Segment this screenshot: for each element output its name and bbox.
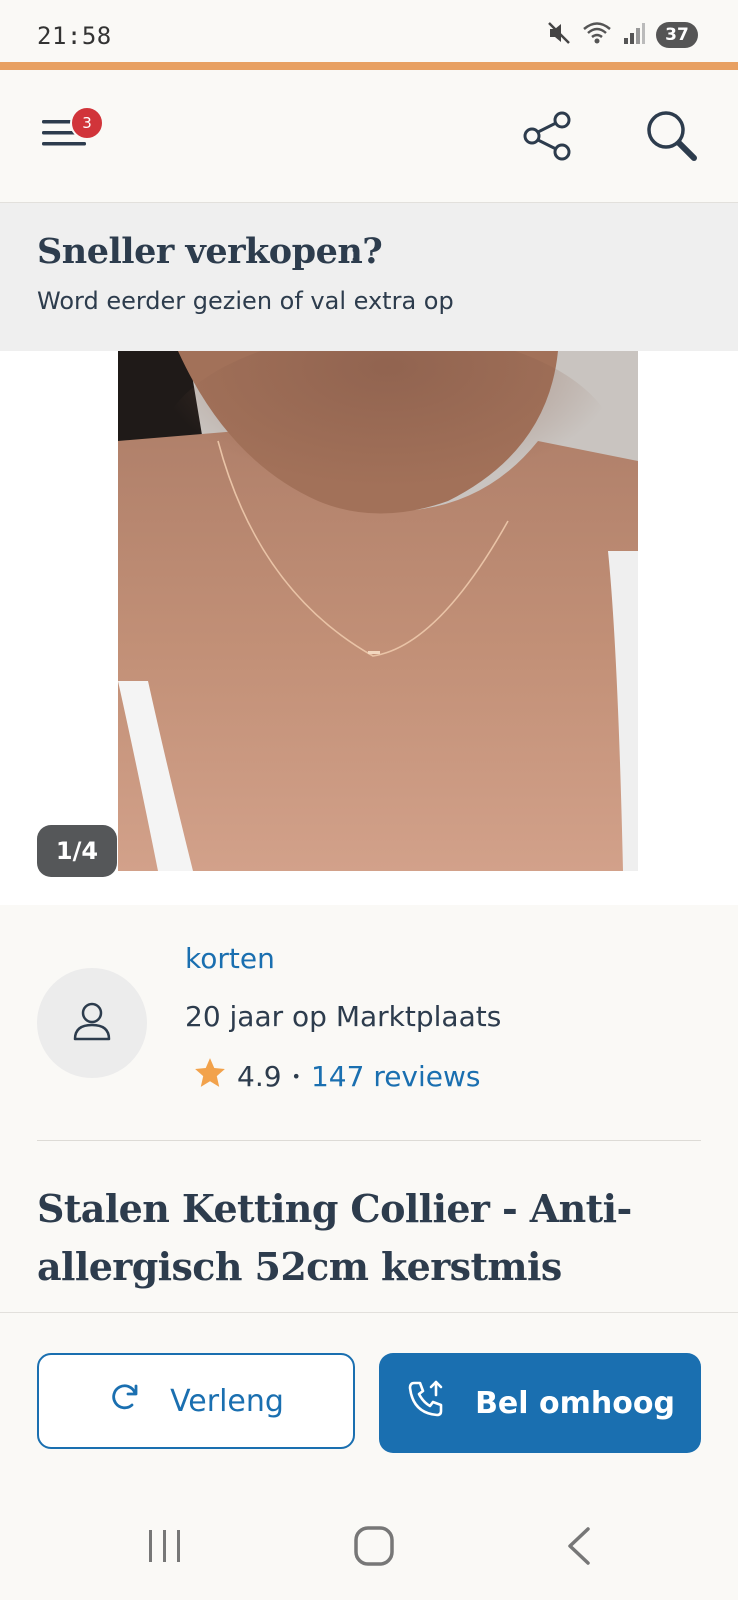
accent-line <box>0 62 738 70</box>
status-time: 21:58 <box>37 22 112 50</box>
share-button[interactable] <box>520 108 576 164</box>
rating-separator: • <box>291 1067 301 1086</box>
listing-title: Stalen Ketting Collier - Anti-allergisch… <box>37 1186 632 1289</box>
chevron-right-icon: › <box>350 237 362 270</box>
action-bar: Verleng Bel omhoog <box>0 1312 738 1489</box>
recent-apps-icon <box>145 1526 185 1570</box>
status-icons: 37 <box>546 20 698 50</box>
seller-avatar[interactable] <box>37 968 147 1078</box>
hamburger-menu-icon <box>36 120 86 164</box>
seller-name-link[interactable]: korten <box>185 942 275 975</box>
photo-gallery[interactable]: 1/4 <box>0 351 738 905</box>
status-bar: 21:58 37 <box>0 0 738 62</box>
notification-badge: 3 <box>70 106 104 140</box>
promo-banner[interactable]: Sneller verkopen? › Word eerder gezien o… <box>0 203 738 351</box>
star-icon <box>193 1056 227 1097</box>
bump-button[interactable]: Bel omhoog <box>379 1353 701 1453</box>
refresh-icon <box>108 1380 142 1422</box>
share-icon <box>520 111 576 168</box>
system-nav-bar <box>0 1488 738 1600</box>
search-icon <box>642 111 702 170</box>
battery-indicator: 37 <box>656 22 698 48</box>
promo-subtitle: Word eerder gezien of val extra op <box>37 287 454 315</box>
bump-label: Bel omhoog <box>475 1385 675 1421</box>
divider <box>37 1140 701 1141</box>
photo-counter: 1/4 <box>37 825 117 877</box>
reviews-link[interactable]: 147 reviews <box>311 1060 481 1093</box>
search-button[interactable] <box>642 106 702 166</box>
seller-rating: 4.9 • 147 reviews <box>193 1056 481 1097</box>
signal-icon <box>622 20 646 50</box>
top-app-bar: 3 <box>0 70 738 203</box>
home-icon <box>352 1524 396 1572</box>
promo-title: Sneller verkopen? <box>37 231 383 272</box>
phone-arrow-up-icon <box>405 1378 447 1428</box>
wifi-icon <box>582 20 612 50</box>
back-icon <box>562 1526 598 1570</box>
mute-icon <box>546 20 572 50</box>
product-photo[interactable] <box>118 351 638 871</box>
seller-membership: 20 jaar op Marktplaats <box>185 1000 502 1033</box>
menu-button[interactable]: 3 <box>36 106 104 160</box>
back-button[interactable] <box>550 1518 610 1578</box>
home-button[interactable] <box>344 1518 404 1578</box>
rating-value: 4.9 <box>237 1060 282 1093</box>
extend-button[interactable]: Verleng <box>37 1353 355 1449</box>
extend-label: Verleng <box>170 1383 284 1419</box>
user-icon <box>70 999 114 1047</box>
recent-apps-button[interactable] <box>135 1518 195 1578</box>
